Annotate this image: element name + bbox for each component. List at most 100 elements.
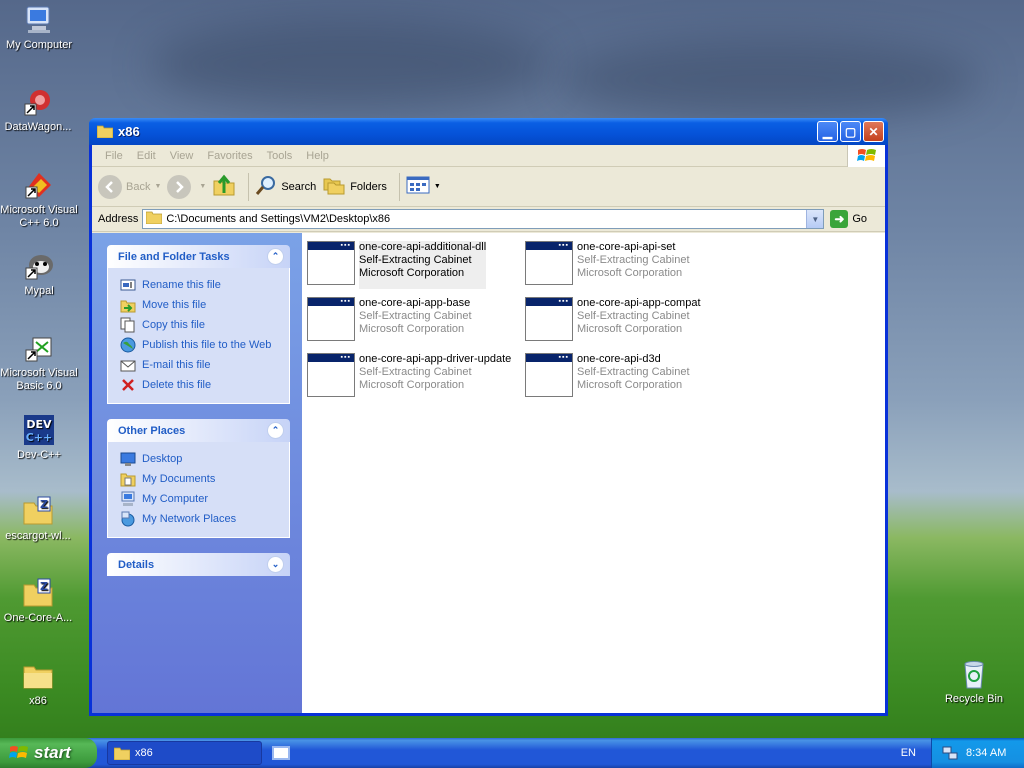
chevron-down-icon[interactable]: ▼ (199, 183, 206, 190)
file-folder-tasks-panel: File and Folder Tasks ⌃ Rename this file… (107, 245, 290, 404)
views-button[interactable]: ▼ (406, 175, 441, 198)
place-my-computer[interactable]: My Computer (120, 489, 289, 509)
file-item[interactable]: ▪▪▪ one-core-api-app-compat Self-Extract… (525, 297, 740, 345)
desktop-icon-x86[interactable]: x86 (0, 660, 78, 708)
window-title: x86 (118, 124, 140, 139)
folders-button[interactable]: Folders (322, 174, 387, 199)
desktop-icon-my-computer[interactable]: My Computer (0, 4, 79, 52)
svg-text:Z: Z (40, 498, 48, 511)
window-body: File and Folder Tasks ⌃ Rename this file… (92, 233, 885, 713)
desktop-icon-visual-cpp[interactable]: Microsoft Visual C++ 6.0 (0, 169, 79, 230)
minimize-icon: ▁ (822, 124, 833, 139)
desktop-icon-recycle-bin[interactable]: Recycle Bin (934, 658, 1014, 706)
task-publish[interactable]: Publish this file to the Web (120, 335, 289, 355)
panel-header[interactable]: File and Folder Tasks ⌃ (107, 245, 290, 268)
place-my-network-places[interactable]: My Network Places (120, 509, 289, 529)
folder-icon (96, 125, 114, 139)
desktop-icon-datawagon[interactable]: DataWagon... (0, 86, 78, 134)
svg-text:C++: C++ (26, 431, 53, 444)
address-dropdown-button[interactable]: ▼ (806, 210, 824, 228)
task-delete[interactable]: Delete this file (120, 375, 289, 395)
task-rename[interactable]: Rename this file (120, 275, 289, 295)
datawagon-icon (22, 86, 54, 118)
panel-header[interactable]: Details ⌄ (107, 553, 290, 576)
file-item[interactable]: ▪▪▪ one-core-api-additional-dll Self-Ext… (307, 241, 522, 289)
cabinet-file-icon: ▪▪▪ (307, 353, 355, 397)
file-item[interactable]: ▪▪▪ one-core-api-app-base Self-Extractin… (307, 297, 522, 345)
delete-icon (120, 377, 136, 393)
cabinet-file-icon: ▪▪▪ (525, 241, 573, 285)
toolbar-separator (398, 172, 400, 201)
up-button[interactable] (212, 173, 236, 200)
show-desktop-icon[interactable] (272, 746, 290, 760)
svg-text:DEV: DEV (26, 418, 52, 431)
desktop-icon-visual-basic[interactable]: Microsoft Visual Basic 6.0 (0, 332, 79, 393)
system-tray: 8:34 AM (931, 738, 1024, 768)
standard-toolbar: Back ▼ ▼ Search Folders ▼ (92, 167, 885, 207)
email-icon (120, 357, 136, 373)
menu-edit[interactable]: Edit (130, 150, 163, 162)
task-move[interactable]: Move this file (120, 295, 289, 315)
place-desktop[interactable]: Desktop (120, 449, 289, 469)
file-item[interactable]: ▪▪▪ one-core-api-api-set Self-Extracting… (525, 241, 740, 289)
maximize-button[interactable]: ▢ (840, 121, 861, 142)
chevron-up-icon[interactable]: ⌃ (267, 422, 284, 439)
windows-logo-icon (9, 744, 29, 762)
move-icon (120, 297, 136, 313)
copy-icon (120, 317, 136, 333)
sky-cloud (560, 40, 980, 120)
task-copy[interactable]: Copy this file (120, 315, 289, 335)
menu-view[interactable]: View (163, 150, 201, 162)
network-icon (120, 511, 136, 527)
window-titlebar[interactable]: x86 ▁ ▢ ✕ (89, 118, 888, 145)
file-item[interactable]: ▪▪▪ one-core-api-d3d Self-Extracting Cab… (525, 353, 740, 401)
chevron-down-icon[interactable]: ⌄ (267, 556, 284, 573)
desktop-icon-escargot[interactable]: Z escargot-wl... (0, 495, 78, 543)
search-button[interactable]: Search (255, 174, 316, 199)
visual-cpp-icon (23, 169, 55, 201)
place-my-documents[interactable]: My Documents (120, 469, 289, 489)
toolbar-separator (248, 172, 250, 201)
clock[interactable]: 8:34 AM (966, 747, 1006, 759)
menu-help[interactable]: Help (299, 150, 336, 162)
details-panel: Details ⌄ (107, 553, 290, 576)
desktop-icon-one-core[interactable]: Z One-Core-A... (0, 577, 78, 625)
network-icon[interactable] (942, 746, 958, 760)
taskbar-button-x86[interactable]: x86 (107, 741, 262, 765)
forward-button[interactable]: ▼ (167, 174, 206, 199)
sky-cloud (150, 20, 550, 110)
window-client: File Edit View Favorites Tools Help Back… (92, 145, 885, 713)
menu-file[interactable]: File (98, 150, 130, 162)
cabinet-file-icon: ▪▪▪ (525, 353, 573, 397)
panel-body: Rename this file Move this file Copy thi… (107, 268, 290, 404)
chevron-up-icon[interactable]: ⌃ (267, 248, 284, 265)
address-input[interactable]: C:\Documents and Settings\VM2\Desktop\x8… (142, 209, 825, 229)
language-indicator[interactable]: EN (901, 738, 916, 768)
folder-icon (114, 747, 130, 760)
file-item[interactable]: ▪▪▪ one-core-api-app-driver-update Self-… (307, 353, 522, 401)
cabinet-file-icon: ▪▪▪ (525, 297, 573, 341)
cabinet-file-icon: ▪▪▪ (307, 297, 355, 341)
taskbar: start x86 EN 8:34 AM (0, 738, 1024, 768)
go-arrow-icon: ➜ (830, 210, 849, 228)
task-email[interactable]: E-mail this file (120, 355, 289, 375)
views-icon (406, 175, 430, 198)
close-icon: ✕ (868, 124, 879, 139)
recycle-bin-icon (958, 658, 990, 690)
start-button[interactable]: start (0, 738, 97, 768)
back-arrow-icon (98, 174, 122, 199)
other-places-panel: Other Places ⌃ Desktop My Documents My C… (107, 419, 290, 538)
desktop-icon-mypal[interactable]: Mypal (0, 250, 79, 298)
back-button[interactable]: Back ▼ (98, 174, 161, 199)
go-button[interactable]: ➜ Go (830, 210, 867, 228)
close-button[interactable]: ✕ (863, 121, 884, 142)
address-label: Address (98, 213, 139, 225)
dev-cpp-icon: DEV C++ (23, 414, 55, 446)
chevron-down-icon[interactable]: ▼ (154, 183, 161, 190)
menu-tools[interactable]: Tools (260, 150, 300, 162)
panel-header[interactable]: Other Places ⌃ (107, 419, 290, 442)
minimize-button[interactable]: ▁ (817, 121, 838, 142)
menu-favorites[interactable]: Favorites (200, 150, 259, 162)
chevron-down-icon[interactable]: ▼ (434, 183, 441, 190)
desktop-icon-dev-cpp[interactable]: DEV C++ Dev-C++ (0, 414, 79, 462)
